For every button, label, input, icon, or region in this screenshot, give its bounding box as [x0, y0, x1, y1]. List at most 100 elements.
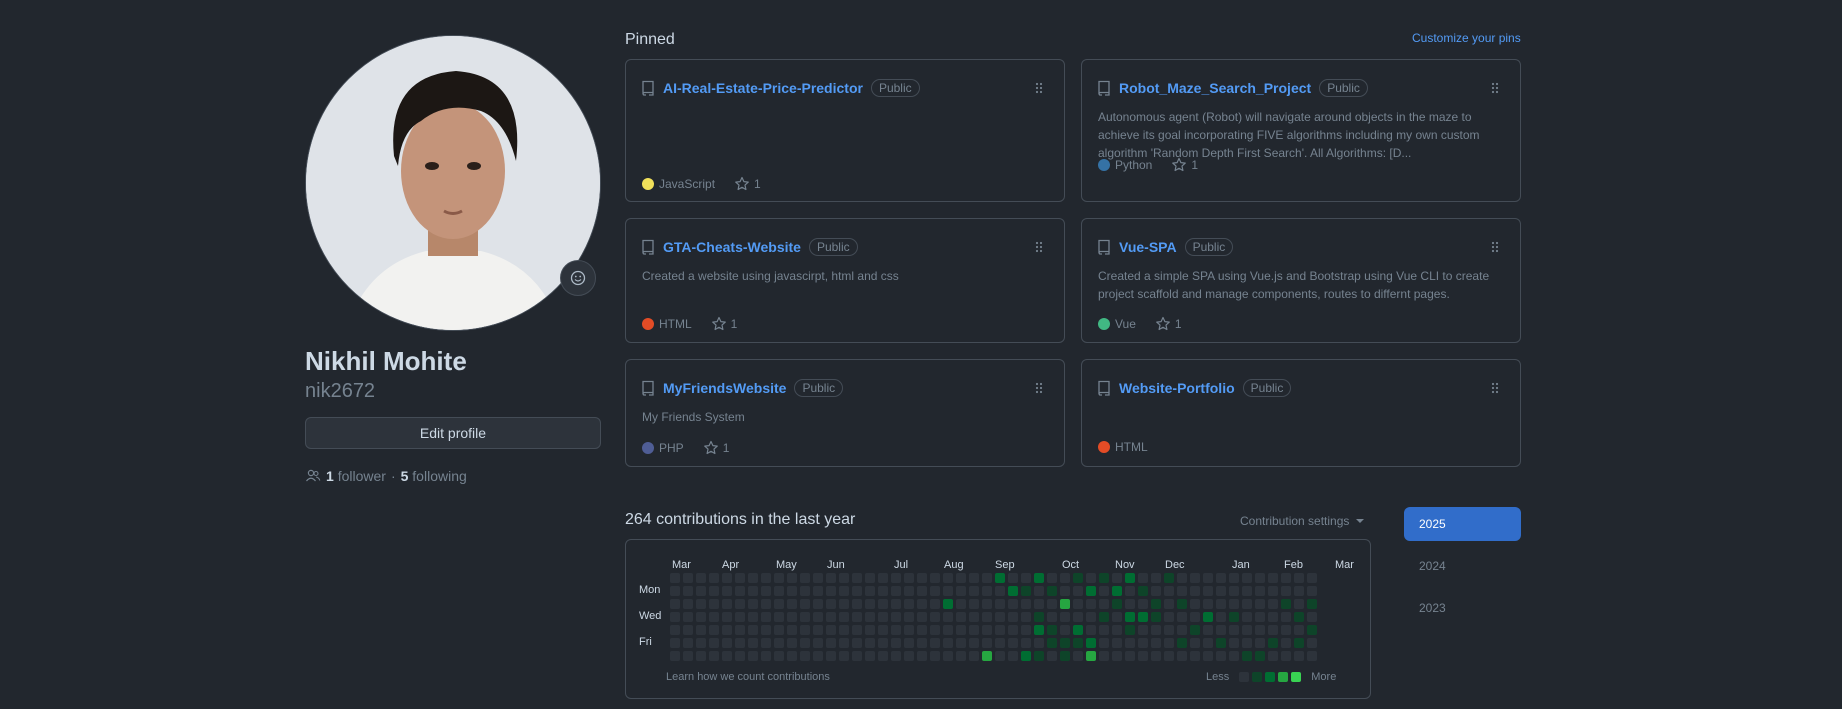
contribution-day[interactable] [1112, 586, 1122, 596]
contribution-day[interactable] [1125, 612, 1135, 622]
contribution-day[interactable] [1229, 651, 1239, 661]
contribution-day[interactable] [774, 573, 784, 583]
contribution-day[interactable] [709, 612, 719, 622]
contribution-day[interactable] [930, 599, 940, 609]
contribution-day[interactable] [852, 612, 862, 622]
contribution-day[interactable] [1151, 638, 1161, 648]
contribution-day[interactable] [891, 586, 901, 596]
contribution-day[interactable] [1021, 573, 1031, 583]
contribution-day[interactable] [813, 612, 823, 622]
contribution-day[interactable] [1164, 586, 1174, 596]
contribution-day[interactable] [1177, 651, 1187, 661]
contribution-day[interactable] [1203, 651, 1213, 661]
contribution-day[interactable] [1112, 638, 1122, 648]
contribution-day[interactable] [852, 586, 862, 596]
contribution-day[interactable] [839, 599, 849, 609]
contribution-day[interactable] [1242, 638, 1252, 648]
contribution-day[interactable] [826, 612, 836, 622]
contribution-day[interactable] [670, 612, 680, 622]
contribution-day[interactable] [878, 599, 888, 609]
contribution-day[interactable] [1177, 573, 1187, 583]
contribution-day[interactable] [1125, 638, 1135, 648]
repo-link[interactable]: GTA-Cheats-Website [663, 239, 801, 255]
contribution-day[interactable] [696, 625, 706, 635]
contribution-day[interactable] [1034, 586, 1044, 596]
contribution-day[interactable] [1203, 586, 1213, 596]
contribution-day[interactable] [761, 651, 771, 661]
contribution-day[interactable] [709, 651, 719, 661]
contribution-day[interactable] [1268, 573, 1278, 583]
contribution-day[interactable] [696, 586, 706, 596]
contribution-day[interactable] [826, 586, 836, 596]
contribution-day[interactable] [722, 586, 732, 596]
contribution-day[interactable] [800, 586, 810, 596]
contribution-day[interactable] [1281, 586, 1291, 596]
contribution-day[interactable] [1021, 638, 1031, 648]
contribution-day[interactable] [1216, 638, 1226, 648]
contribution-day[interactable] [1203, 599, 1213, 609]
contribution-day[interactable] [761, 573, 771, 583]
contribution-day[interactable] [1281, 651, 1291, 661]
contribution-day[interactable] [1099, 612, 1109, 622]
drag-handle-icon[interactable] [1034, 241, 1044, 253]
contribution-day[interactable] [813, 586, 823, 596]
contribution-day[interactable] [800, 612, 810, 622]
repo-stars[interactable]: 1 [734, 176, 761, 192]
contribution-day[interactable] [865, 573, 875, 583]
contribution-day[interactable] [982, 638, 992, 648]
contribution-day[interactable] [852, 638, 862, 648]
contribution-day[interactable] [774, 638, 784, 648]
contribution-day[interactable] [995, 586, 1005, 596]
contribution-day[interactable] [943, 586, 953, 596]
contribution-day[interactable] [696, 612, 706, 622]
contribution-day[interactable] [1242, 612, 1252, 622]
contribution-day[interactable] [956, 612, 966, 622]
contribution-day[interactable] [1060, 625, 1070, 635]
contribution-day[interactable] [1203, 638, 1213, 648]
contribution-day[interactable] [1229, 612, 1239, 622]
contribution-day[interactable] [1281, 573, 1291, 583]
contribution-day[interactable] [956, 651, 966, 661]
contribution-day[interactable] [1060, 573, 1070, 583]
contribution-day[interactable] [943, 612, 953, 622]
contribution-day[interactable] [1268, 586, 1278, 596]
contribution-day[interactable] [1125, 651, 1135, 661]
contribution-day[interactable] [1112, 651, 1122, 661]
contribution-day[interactable] [1190, 586, 1200, 596]
contribution-day[interactable] [1294, 599, 1304, 609]
contribution-day[interactable] [1255, 573, 1265, 583]
contribution-day[interactable] [813, 638, 823, 648]
drag-handle-icon[interactable] [1490, 382, 1500, 394]
contribution-day[interactable] [1060, 638, 1070, 648]
contribution-day[interactable] [1125, 573, 1135, 583]
contribution-day[interactable] [761, 612, 771, 622]
contribution-day[interactable] [670, 638, 680, 648]
contribution-day[interactable] [826, 638, 836, 648]
contribution-day[interactable] [735, 599, 745, 609]
contribution-day[interactable] [1047, 651, 1057, 661]
contribution-day[interactable] [1190, 638, 1200, 648]
contribution-day[interactable] [1268, 625, 1278, 635]
contribution-day[interactable] [1281, 625, 1291, 635]
contribution-day[interactable] [1255, 612, 1265, 622]
contribution-day[interactable] [813, 599, 823, 609]
contribution-day[interactable] [969, 612, 979, 622]
contribution-day[interactable] [1164, 638, 1174, 648]
contribution-day[interactable] [761, 625, 771, 635]
contribution-day[interactable] [735, 586, 745, 596]
contribution-day[interactable] [891, 625, 901, 635]
contribution-day[interactable] [995, 612, 1005, 622]
contribution-day[interactable] [1138, 612, 1148, 622]
contribution-day[interactable] [787, 638, 797, 648]
contribution-day[interactable] [1268, 612, 1278, 622]
contribution-day[interactable] [1008, 651, 1018, 661]
contribution-day[interactable] [787, 612, 797, 622]
contribution-day[interactable] [1034, 651, 1044, 661]
contribution-day[interactable] [1073, 599, 1083, 609]
contribution-day[interactable] [982, 573, 992, 583]
contribution-day[interactable] [1073, 612, 1083, 622]
contribution-day[interactable] [1138, 573, 1148, 583]
contribution-day[interactable] [787, 586, 797, 596]
contribution-day[interactable] [1138, 625, 1148, 635]
repo-stars[interactable]: 1 [1155, 316, 1182, 332]
